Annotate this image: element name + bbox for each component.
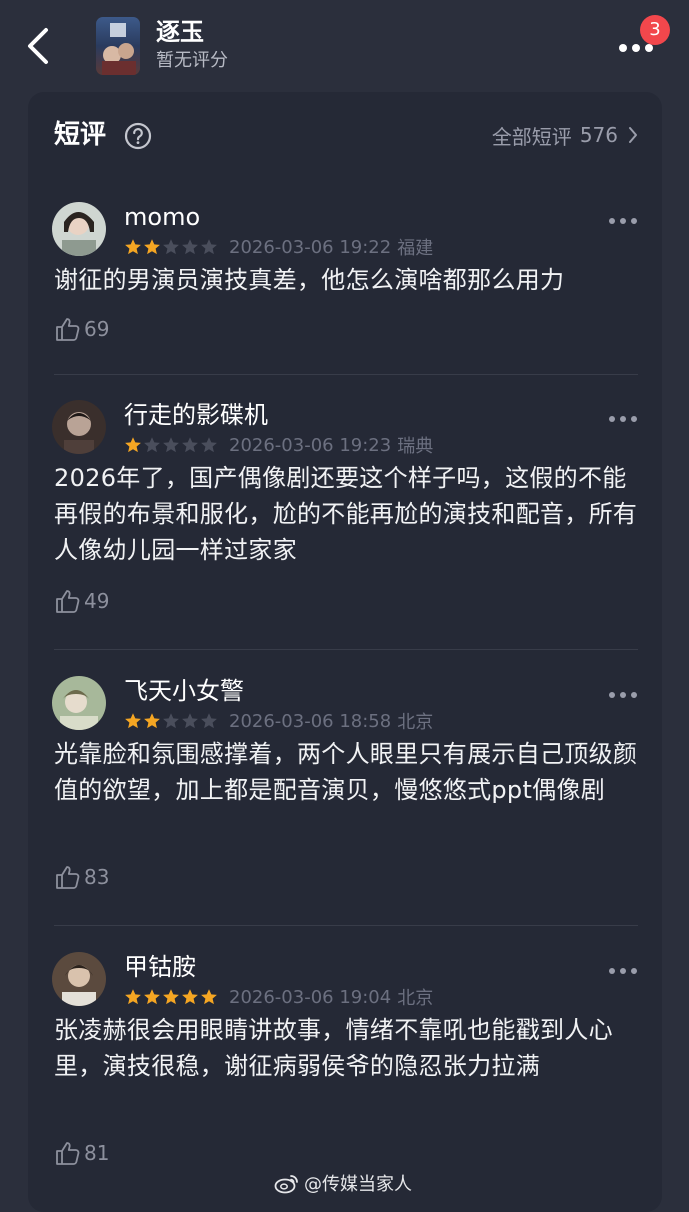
review-meta: 2026-03-06 18:58 北京 [124,710,434,733]
review-location: 福建 [397,238,434,259]
like-count: 69 [84,317,110,341]
all-reviews-link[interactable]: 全部短评 576 [492,120,638,150]
star-filled-icon [163,989,179,1005]
divider [54,925,638,926]
review-username[interactable]: 行走的影碟机 [124,400,268,430]
star-filled-icon [125,437,141,453]
review-text: 光靠脸和氛围感撑着，两个人眼里只有展示自己顶级颜值的欲望，加上都是配音演贝，慢悠… [54,740,638,804]
notification-badge[interactable]: 3 [640,15,670,45]
top-bar: 逐玉 暂无评分 3 [0,0,689,92]
star-empty-icon [201,437,217,453]
back-button[interactable] [24,26,54,66]
star-rating [124,712,219,730]
like-button[interactable]: 49 [54,586,109,616]
all-reviews-count: 576 [579,123,618,147]
chevron-right-icon [629,127,637,143]
divider [54,374,638,375]
review-text: 谢征的男演员演技真差，他怎么演啥都那么用力 [54,266,565,294]
star-filled-icon [125,713,141,729]
review-username[interactable]: 飞天小女警 [124,676,244,706]
avatar[interactable] [52,400,106,454]
star-filled-icon [125,239,141,255]
weibo-icon [274,1175,298,1194]
show-poster[interactable] [96,17,140,75]
more-horizontal-icon[interactable] [608,966,638,976]
star-filled-icon [144,989,160,1005]
review-meta: 2026-03-06 19:23 瑞典 [124,434,434,457]
review-meta: 2026-03-06 19:04 北京 [124,986,434,1009]
star-rating [124,238,219,256]
avatar[interactable] [52,202,106,256]
thumbs-up-icon [56,1142,80,1165]
like-count: 49 [84,589,110,613]
review-location: 北京 [397,988,434,1009]
star-empty-icon [163,437,179,453]
review-text: 2026年了，国产偶像剧还要这个样子吗，这假的不能再假的布景和服化，尬的不能再尬… [54,464,638,564]
avatar[interactable] [52,952,106,1006]
like-button[interactable]: 81 [54,1138,109,1168]
star-empty-icon [163,239,179,255]
question-circle-icon[interactable] [124,122,152,150]
more-horizontal-icon[interactable] [608,690,638,700]
star-empty-icon [201,239,217,255]
star-filled-icon [144,239,160,255]
star-filled-icon [182,989,198,1005]
review-text: 张凌赫很会用眼睛讲故事，情绪不靠吼也能戳到人心里，演技很稳，谢征病弱侯爷的隐忍张… [54,1016,613,1080]
watermark: @传媒当家人 [274,1170,412,1196]
short-reviews-card: 短评 全部短评 576 momo 2026-03-06 19:22 福建 谢征的… [28,92,662,1212]
star-empty-icon [144,437,160,453]
star-empty-icon [182,437,198,453]
like-button[interactable]: 69 [54,314,109,344]
like-count: 83 [84,865,110,889]
star-rating [124,436,219,454]
show-title: 逐玉 [156,18,204,46]
star-filled-icon [144,713,160,729]
chevron-left-icon [28,28,48,64]
like-count: 81 [84,1141,110,1165]
thumbs-up-icon [56,866,80,889]
rating-status: 暂无评分 [156,50,228,71]
review-date: 2026-03-06 19:22 [229,236,392,258]
like-button[interactable]: 83 [54,862,109,892]
star-empty-icon [182,239,198,255]
review-location: 北京 [397,712,434,733]
divider [54,649,638,650]
star-filled-icon [201,989,217,1005]
star-filled-icon [125,989,141,1005]
thumbs-up-icon [56,590,80,613]
more-horizontal-icon[interactable] [608,414,638,424]
section-title: 短评 [54,120,107,150]
review-location: 瑞典 [397,436,434,457]
watermark-text: @传媒当家人 [304,1174,412,1195]
thumbs-up-icon [56,318,80,341]
all-reviews-label: 全部短评 [491,124,572,149]
review-date: 2026-03-06 19:04 [229,986,392,1008]
avatar[interactable] [52,676,106,730]
star-empty-icon [201,713,217,729]
review-username[interactable]: 甲钴胺 [124,952,196,982]
review-meta: 2026-03-06 19:22 福建 [124,236,434,259]
review-username[interactable]: momo [124,202,200,232]
star-rating [124,988,219,1006]
review-date: 2026-03-06 19:23 [229,434,392,456]
review-date: 2026-03-06 18:58 [229,710,392,732]
star-empty-icon [182,713,198,729]
more-horizontal-icon[interactable] [608,216,638,226]
star-empty-icon [163,713,179,729]
